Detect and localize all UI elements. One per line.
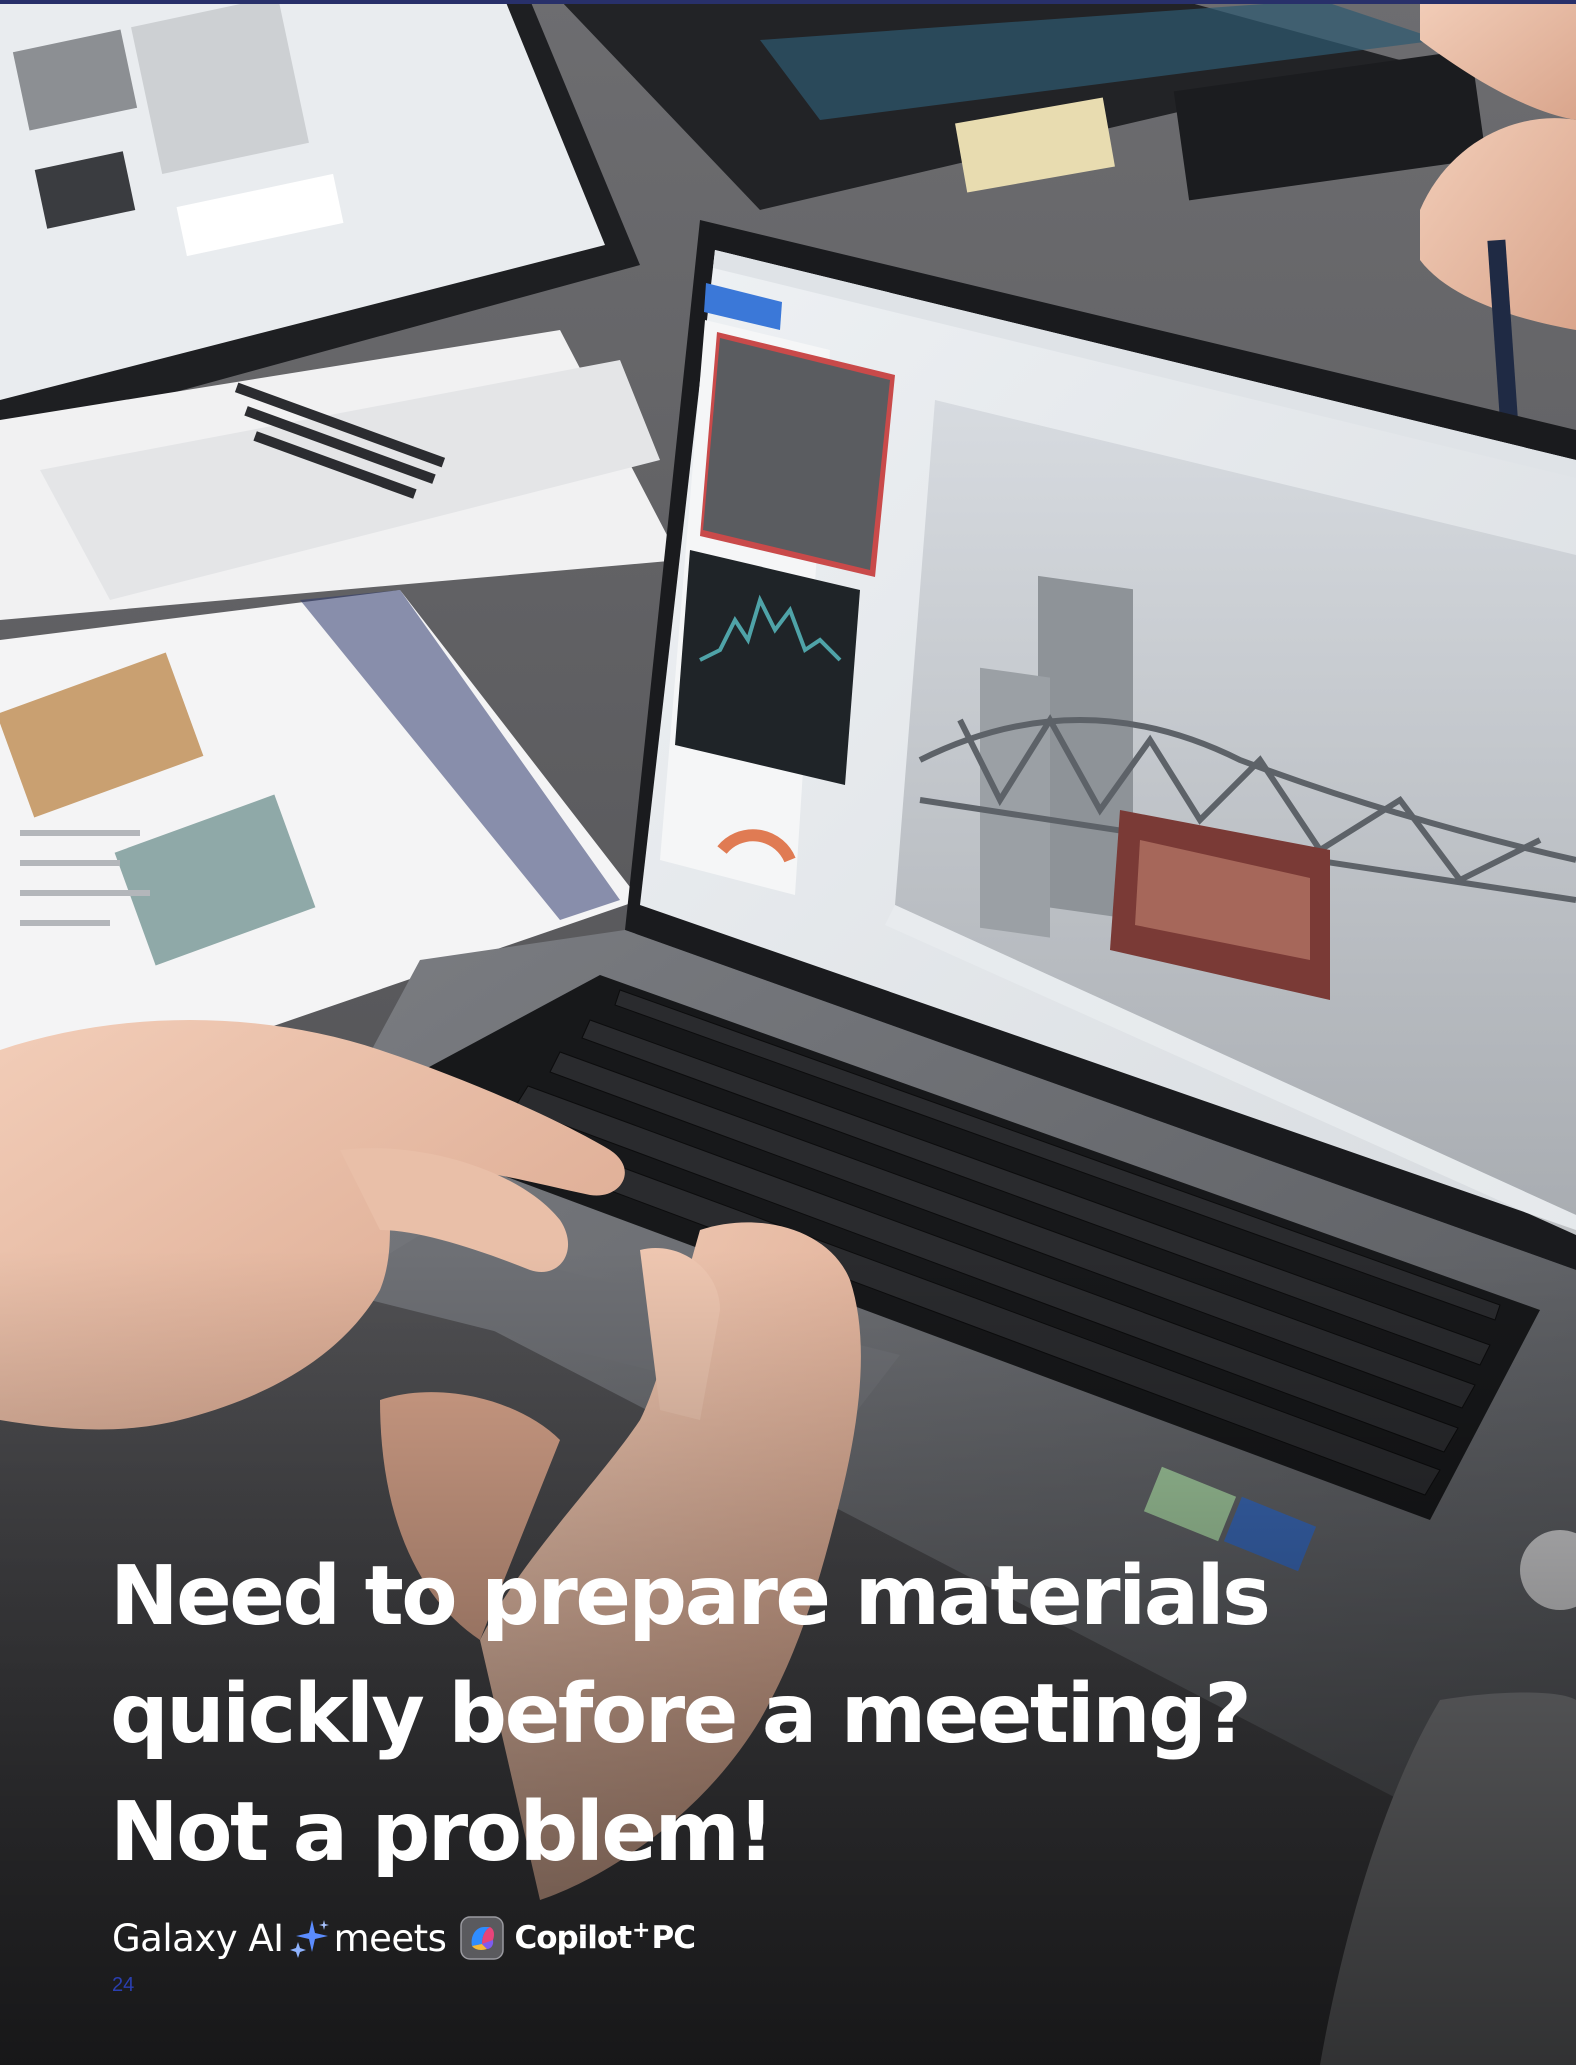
galaxy-ai-sparkle-icon <box>289 1920 329 1958</box>
headline-line-2: quickly before a meeting? <box>110 1667 1252 1762</box>
galaxy-ai-label: Galaxy AI <box>112 1916 284 1960</box>
headline: Need to prepare materials quickly before… <box>110 1538 1330 1892</box>
pc-label: PC <box>651 1920 695 1956</box>
headline-line-1: Need to prepare materials <box>110 1549 1271 1644</box>
slide-page: Need to prepare materials quickly before… <box>0 0 1576 2065</box>
copilot-logo-icon <box>460 1916 505 1960</box>
top-accent-rule <box>0 0 1576 4</box>
copilot-plus-sign: + <box>632 1917 651 1943</box>
meets-label: meets <box>333 1916 447 1960</box>
headline-line-3: Not a problem! <box>110 1785 775 1880</box>
page-number: 24 <box>112 1974 135 1996</box>
copilot-label: Copilot <box>514 1920 632 1956</box>
branding-row: Galaxy AI meets Copilot + PC <box>112 1910 696 1966</box>
